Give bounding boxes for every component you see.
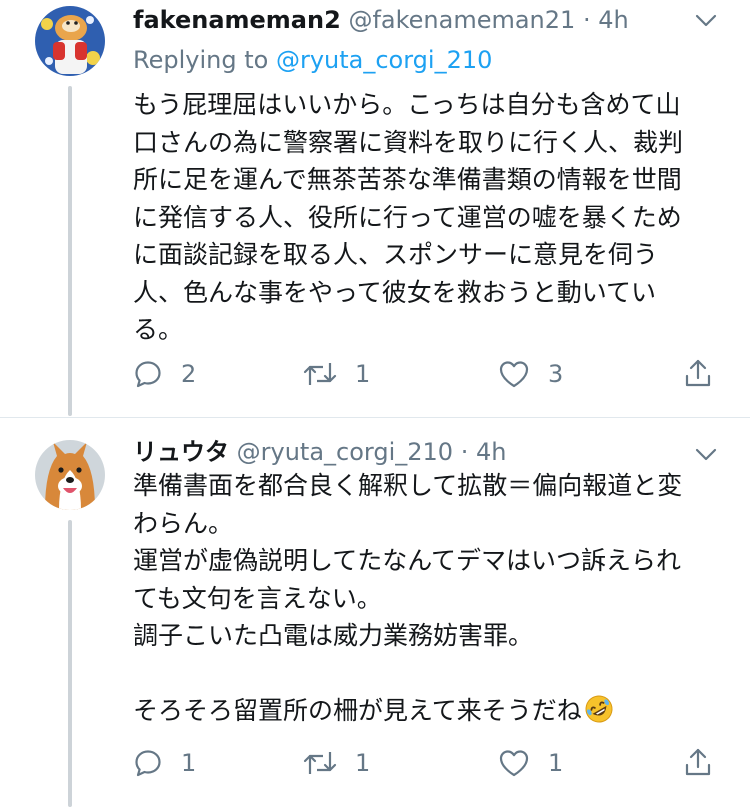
- retweet-icon: [303, 363, 337, 385]
- user-handle[interactable]: @ryuta_corgi_210: [237, 438, 453, 466]
- rolling-on-floor-laughing-emoji: [585, 695, 613, 723]
- like-icon: [499, 750, 529, 777]
- replying-to-label: Replying to: [133, 46, 269, 74]
- reply-button[interactable]: 2: [133, 356, 196, 392]
- reply-icon: [135, 361, 161, 388]
- retweet-count: 1: [355, 360, 371, 388]
- chevron-down-icon[interactable]: [695, 448, 717, 462]
- retweet-button[interactable]: 1: [303, 745, 370, 781]
- replying-to: Replying to @ryuta_corgi_210: [133, 44, 492, 76]
- tweet-text-line: 調子こいた凸電は威力業務妨害罪。: [133, 621, 534, 650]
- like-button[interactable]: 3: [498, 356, 563, 392]
- share-icon: [685, 359, 711, 387]
- tweet-text-line: 所に足を運んで無茶苦茶な準備書類の情報を世間: [133, 165, 682, 194]
- display-name[interactable]: リュウタ: [133, 438, 229, 466]
- reply-icon: [135, 750, 161, 777]
- tweet-actions: 2 1 3: [133, 356, 723, 392]
- tweet-text: 準備書面を都合良く解釈して拡散＝偏向報道と変 わらん。 運営が虚偽説明してたなん…: [133, 467, 723, 730]
- tweet-actions: 1 1 1: [133, 745, 723, 781]
- separator-dot: ·: [460, 438, 469, 466]
- tweet-text-line: 人、色んな事をやって彼女を救おうと動いてい: [133, 277, 657, 307]
- timestamp[interactable]: 4h: [598, 6, 628, 34]
- retweet-count: 1: [355, 749, 371, 777]
- like-icon: [499, 361, 529, 388]
- tweet-text: もう屁理屈はいいから。こっちは自分も含めて山 口さんの為に警察署に資料を取りに行…: [133, 86, 723, 349]
- tweet-text-line: ても文句を言えない。: [133, 583, 382, 613]
- like-count: 3: [548, 360, 564, 388]
- chevron-down-icon[interactable]: [695, 14, 717, 28]
- timestamp[interactable]: 4h: [476, 438, 506, 466]
- tweet-text-line: に発信する人、役所に行って運営の嘘を暴くため: [133, 202, 682, 232]
- reply-count: 2: [181, 360, 197, 388]
- avatar[interactable]: [35, 440, 105, 510]
- display-name[interactable]: fakenameman2: [133, 6, 341, 34]
- like-count: 1: [548, 749, 564, 777]
- replying-to-mention[interactable]: @ryuta_corgi_210: [276, 46, 492, 74]
- like-button[interactable]: 1: [498, 745, 563, 781]
- tweet-text-line: もう屁理屈はいいから。こっちは自分も含めて山: [133, 90, 681, 119]
- tweet-text-line: 口さんの為に警察署に資料を取りに行く人、裁判: [133, 127, 684, 157]
- tweet-text-blank-line: [133, 655, 723, 693]
- share-button[interactable]: [683, 745, 713, 781]
- avatar[interactable]: [35, 6, 105, 76]
- tweet-text-line: そろそろ留置所の柵が見えて来そうだね: [133, 696, 582, 725]
- tweet-text-line: わらん。: [133, 508, 234, 538]
- retweet-icon: [303, 752, 337, 774]
- reply-button[interactable]: 1: [133, 745, 196, 781]
- retweet-button[interactable]: 1: [303, 356, 370, 392]
- tweet-text-line: 運営が虚偽説明してたなんてデマはいつ訴えられ: [133, 546, 682, 575]
- share-button[interactable]: [683, 356, 713, 392]
- tweet[interactable]: fakenameman2 @fakenameman21 · 4h Replyin…: [0, 0, 750, 418]
- separator-dot: ·: [582, 6, 591, 34]
- share-icon: [685, 748, 711, 776]
- tweet-text-line: 準備書面を都合良く解釈して拡散＝偏向報道と変: [133, 471, 683, 500]
- reply-count: 1: [181, 749, 197, 777]
- tweet-text-line: る。: [133, 315, 184, 344]
- tweet-header: リュウタ @ryuta_corgi_210 · 4h: [133, 436, 506, 468]
- tweet-text-line: に面談記録を取る人、スポンサーに意見を伺う: [133, 240, 659, 269]
- user-handle[interactable]: @fakenameman21: [348, 6, 575, 34]
- tweet-header: fakenameman2 @fakenameman21 · 4h: [133, 4, 629, 36]
- tweet-text-line-with-emoji: そろそろ留置所の柵が見えて来そうだね: [133, 692, 723, 730]
